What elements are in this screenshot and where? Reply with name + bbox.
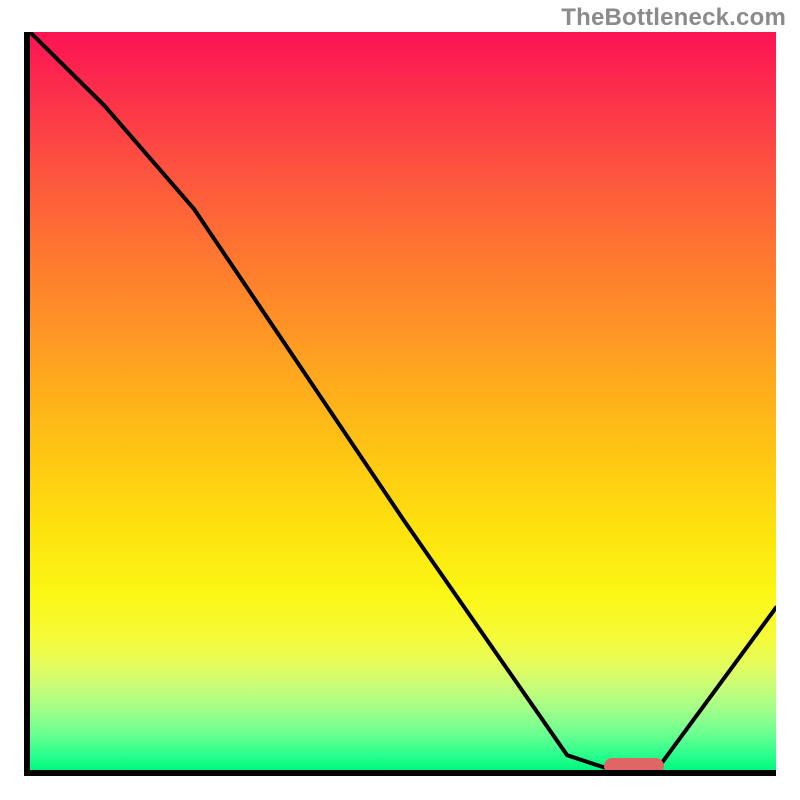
bottleneck-curve — [30, 32, 776, 770]
optimal-range-marker — [604, 758, 664, 770]
plot-frame — [24, 32, 776, 776]
chart-container: TheBottleneck.com — [0, 0, 800, 800]
attribution-text: TheBottleneck.com — [561, 4, 786, 32]
plot-area — [30, 32, 776, 770]
